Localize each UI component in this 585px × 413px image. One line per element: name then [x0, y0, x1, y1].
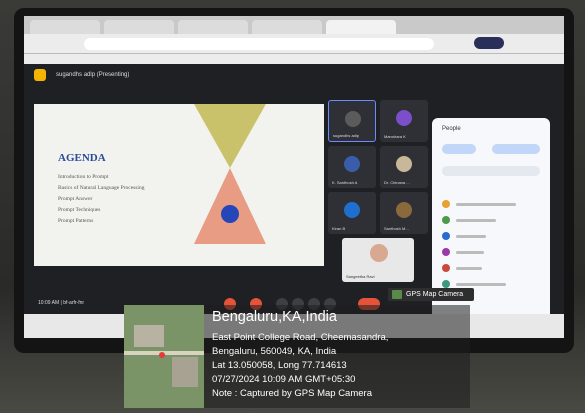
gps-map-thumbnail [124, 305, 204, 408]
location-marker [159, 352, 165, 358]
name-line [456, 219, 496, 222]
people-row[interactable] [442, 200, 542, 210]
meeting-title: sugandhs adlp (Presenting) [56, 72, 130, 78]
agenda-title: AGENDA [58, 152, 106, 164]
photo-of-monitor: sugandhs adlp (Presenting) AGENDA Introd… [0, 0, 585, 413]
people-title: People [442, 126, 461, 132]
gps-tag-label: GPS Map Camera [406, 291, 464, 298]
blue-dot [221, 205, 239, 223]
participant-tile[interactable]: Manohara K [380, 100, 428, 142]
avatar [396, 156, 412, 172]
participant-name: Santhosh M... [384, 226, 409, 231]
participant-name: sugandhs adlp [333, 133, 360, 138]
gps-coords: Lat 13.050058, Long 77.714613 [212, 360, 347, 371]
avatar [442, 248, 450, 256]
map-graphic [124, 305, 204, 408]
agenda-item: Basics of Natural Language Processing [58, 185, 145, 191]
host-controls-button[interactable] [492, 144, 540, 154]
avatar [344, 202, 360, 218]
participant-name: K. Santhosh A [332, 180, 358, 185]
map-building [172, 357, 198, 387]
gps-note: Note : Captured by GPS Map Camera [212, 388, 372, 399]
map-building [134, 325, 164, 347]
add-people-button[interactable] [442, 144, 476, 154]
gps-camera-tag: GPS Map Camera [388, 288, 474, 301]
avatar [442, 216, 450, 224]
name-line [456, 203, 516, 206]
participant-name: Dr. Chinana ... [384, 180, 410, 185]
avatar [396, 110, 412, 126]
meet-logo-icon [34, 69, 46, 81]
agenda-item: Prompt Answer [58, 196, 93, 202]
browser-tab[interactable] [104, 20, 174, 34]
name-line [456, 283, 506, 286]
avatar [344, 156, 360, 172]
participant-tile[interactable]: Kiran B [328, 192, 376, 234]
name-line [456, 267, 482, 270]
participant-tile[interactable]: Santhosh M... [380, 192, 428, 234]
browser-tab[interactable] [252, 20, 322, 34]
agenda-item: Prompt Patterns [58, 218, 94, 224]
avatar [345, 111, 361, 127]
gps-datetime: 07/27/2024 10:09 AM GMT+05:30 [212, 374, 356, 385]
agenda-item: Introduction to Prompt [58, 174, 109, 180]
gps-address-2: Bengaluru, 560049, KA, India [212, 346, 337, 357]
gps-address-1: East Point College Road, Cheemasandra, [212, 332, 389, 343]
meeting-clock: 10:09 AM | bf-arfr-fnr [38, 300, 85, 306]
browser-tab-strip [24, 16, 564, 34]
participant-tile[interactable]: Dr. Chinana ... [380, 146, 428, 188]
agenda-item: Prompt Techniques [58, 207, 101, 213]
participant-name: Manohara K [384, 134, 406, 139]
participant-tile-self[interactable]: Sangeetha Ravi [342, 238, 414, 282]
participant-name: Kiran B [332, 226, 346, 231]
search-people-input[interactable] [442, 166, 540, 176]
monitor-screen: sugandhs adlp (Presenting) AGENDA Introd… [24, 16, 564, 338]
participant-name: Sangeetha Ravi [346, 274, 375, 279]
avatar [442, 232, 450, 240]
url-input[interactable] [84, 38, 434, 50]
name-line [456, 251, 484, 254]
shared-slide: AGENDA Introduction to Prompt Basics of … [34, 104, 324, 266]
participant-tile[interactable]: K. Santhosh A [328, 146, 376, 188]
people-row[interactable] [442, 248, 542, 258]
name-line [456, 235, 486, 238]
browser-tab-active[interactable] [326, 20, 396, 34]
address-bar [24, 34, 564, 54]
people-row[interactable] [442, 216, 542, 226]
avatar [442, 264, 450, 272]
gps-city: Bengaluru,KA,India [212, 309, 337, 325]
people-row[interactable] [442, 264, 542, 274]
participant-tile[interactable]: sugandhs adlp [328, 100, 376, 142]
bookmarks-bar [24, 54, 564, 64]
avatar [442, 280, 450, 288]
avatar [396, 202, 412, 218]
browser-tab[interactable] [30, 20, 100, 34]
browser-tab[interactable] [178, 20, 248, 34]
avatar [370, 244, 388, 262]
people-row[interactable] [442, 232, 542, 242]
map-pin-icon [392, 290, 402, 299]
avatar [442, 200, 450, 208]
profile-button[interactable] [474, 37, 504, 49]
meet-window: sugandhs adlp (Presenting) AGENDA Introd… [24, 64, 564, 338]
